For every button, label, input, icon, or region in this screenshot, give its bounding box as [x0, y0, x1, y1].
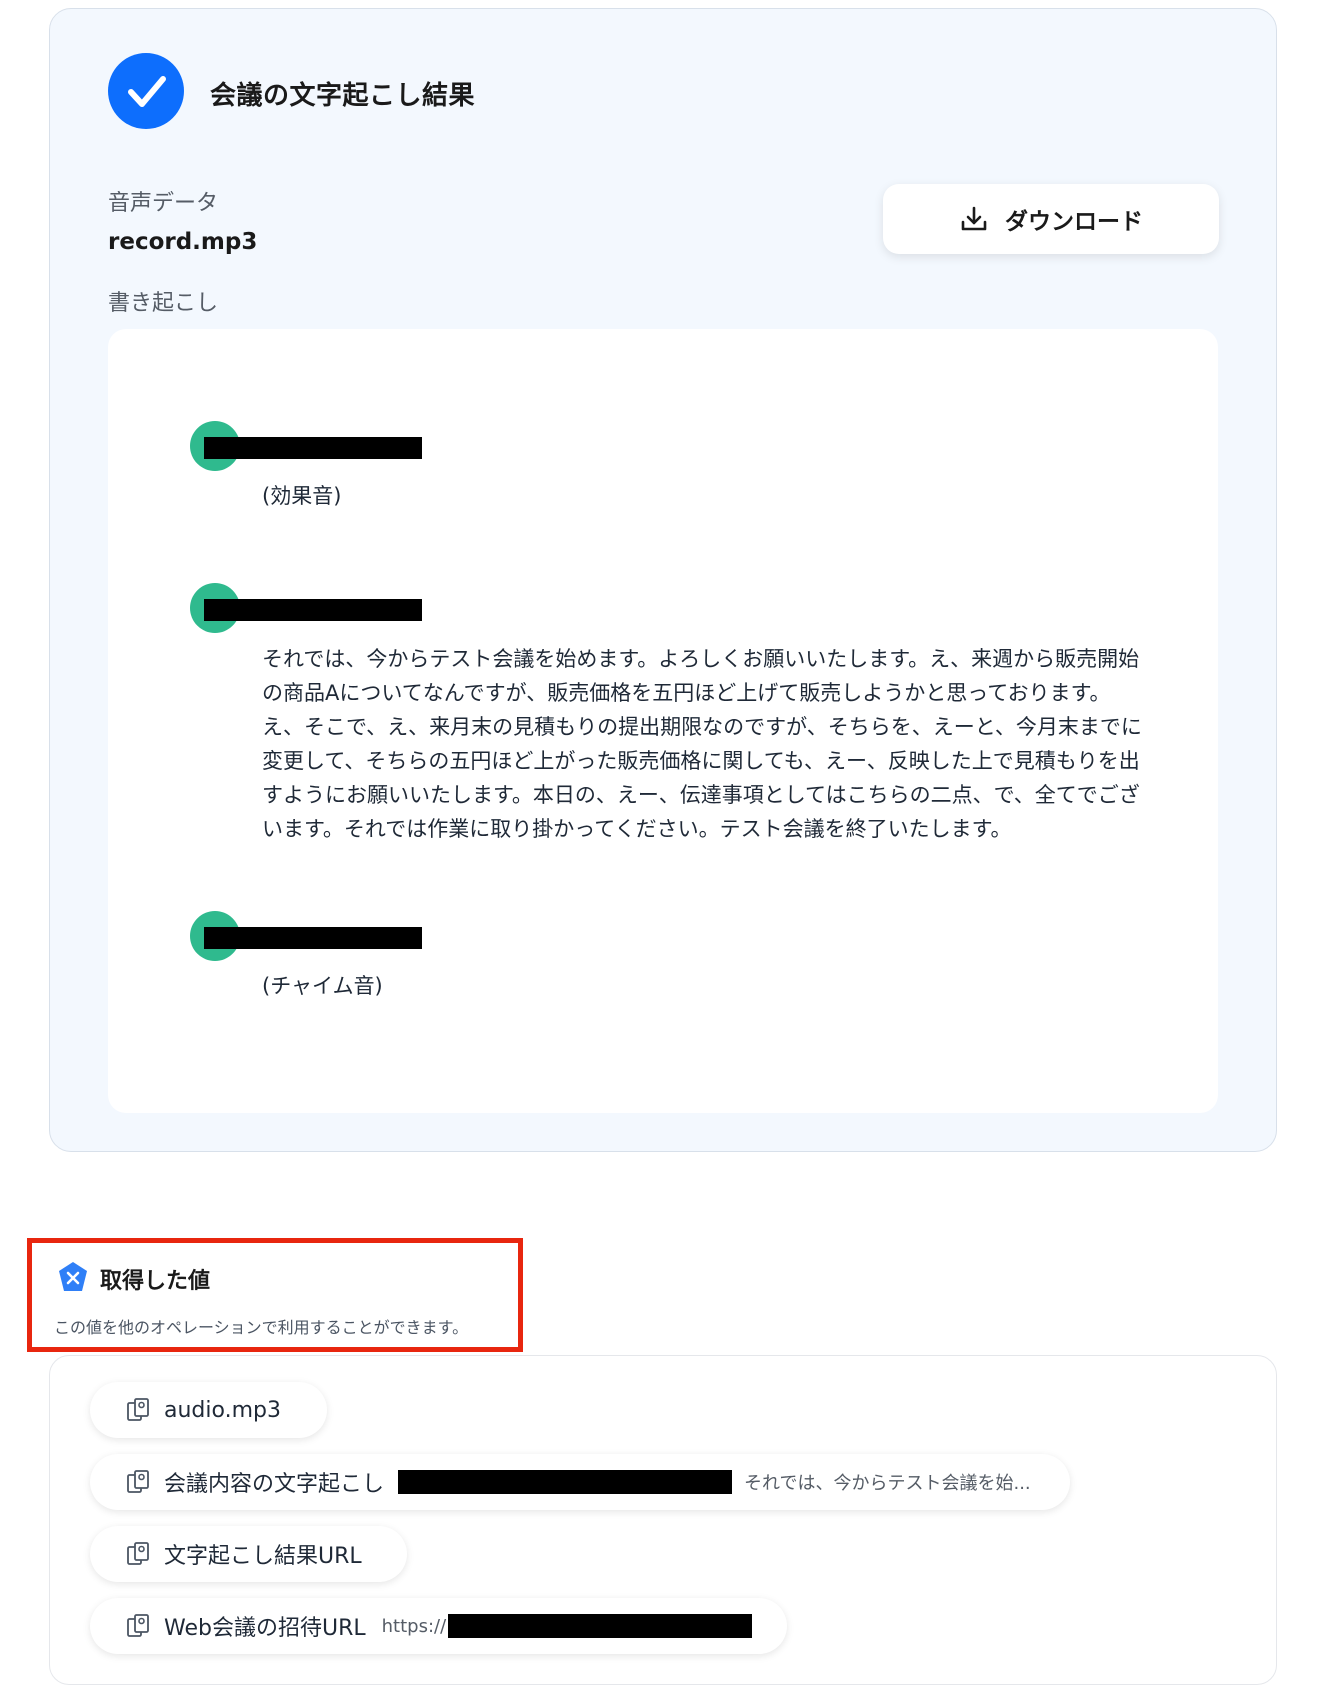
- redacted-value: [448, 1614, 753, 1638]
- transcript-label: 書き起こし: [108, 291, 219, 316]
- audio-file-name: record.mp3: [108, 229, 258, 255]
- clipboard-icon: [124, 1468, 152, 1496]
- download-icon: [959, 204, 989, 234]
- redacted-speaker-name: [204, 599, 422, 621]
- utterance-text: (チャイム音): [262, 974, 383, 998]
- clipboard-icon: [124, 1396, 152, 1424]
- redacted-speaker-name: [204, 437, 422, 459]
- download-label: ダウンロード: [1005, 209, 1143, 235]
- value-item-name: 文字起こし結果URL: [164, 1544, 362, 1569]
- redacted-value: [398, 1470, 733, 1494]
- value-item-audio[interactable]: audio.mp3: [90, 1382, 327, 1438]
- value-item-result-url[interactable]: 文字起こし結果URL: [90, 1526, 407, 1582]
- result-title: 会議の文字起こし結果: [210, 81, 476, 111]
- value-item-name: Web会議の招待URL: [164, 1616, 366, 1641]
- value-item-name: audio.mp3: [164, 1397, 281, 1423]
- clipboard-icon: [124, 1540, 152, 1568]
- value-item-name: 会議内容の文字起こし: [164, 1472, 385, 1497]
- check-icon: [108, 53, 184, 129]
- transcript-box: (効果音) それでは、今からテスト会議を始めます。よろしくお願いいたします。え、…: [108, 329, 1218, 1113]
- value-item-invite-url[interactable]: Web会議の招待URL https://: [90, 1598, 787, 1654]
- utterance-text: それでは、今からテスト会議を始めます。よろしくお願いいたします。え、来週から販売…: [262, 647, 1142, 841]
- clipboard-icon: [124, 1612, 152, 1640]
- value-item-preview: https://: [381, 1615, 447, 1637]
- value-item-transcript[interactable]: 会議内容の文字起こし それでは、今からテスト会議を始...: [90, 1454, 1070, 1510]
- variable-icon: [56, 1260, 90, 1294]
- download-button[interactable]: ダウンロード: [883, 184, 1219, 254]
- acquired-values-title: 取得した値: [100, 1269, 211, 1294]
- audio-data-label: 音声データ: [108, 191, 219, 216]
- acquired-values-list: audio.mp3 会議内容の文字起こし それでは、今からテスト会議を始... …: [49, 1355, 1277, 1685]
- redacted-speaker-name: [204, 927, 422, 949]
- utterance-text: (効果音): [262, 484, 342, 508]
- acquired-values-header: 取得した値 この値を他のオペレーションで利用することができます。: [27, 1238, 523, 1352]
- value-item-preview: それでは、今からテスト会議を始...: [744, 1473, 1031, 1494]
- transcription-result-card: 会議の文字起こし結果 音声データ record.mp3 書き起こし ダウンロード…: [49, 8, 1277, 1152]
- acquired-values-description: この値を他のオペレーションで利用することができます。: [54, 1318, 469, 1337]
